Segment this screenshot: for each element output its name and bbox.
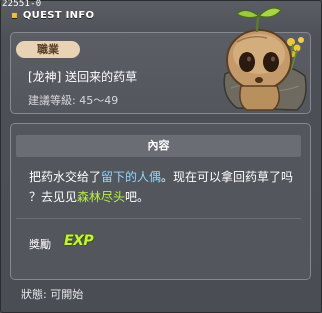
title-bullet-icon: ▪ bbox=[11, 10, 19, 21]
location-name-link[interactable]: 森林尽头 bbox=[77, 190, 125, 204]
quest-description-line-1: 把药水交给了留下的人偶。现在可以拿回药草了吗 bbox=[29, 168, 293, 185]
content-header: 內容 bbox=[16, 135, 301, 157]
desc-text: 吧。 bbox=[125, 190, 150, 204]
window-title[interactable]: ▪ QUEST INFO bbox=[11, 10, 94, 21]
quest-id: 22551-0 bbox=[2, 0, 42, 9]
job-badge: 職業 bbox=[16, 41, 80, 58]
quest-name: [龙神] 送回来的药草 bbox=[28, 70, 138, 84]
quest-description-line-2: ？去见见森林尽头吧。 bbox=[29, 188, 149, 205]
desc-text: 。现在可以拿回药草了吗 bbox=[161, 170, 294, 184]
sprout-creature-npc-icon bbox=[223, 7, 307, 111]
content-divider bbox=[16, 218, 301, 219]
window-title-text: QUEST INFO bbox=[22, 10, 95, 21]
npc-name-link[interactable]: 留下的人偶 bbox=[101, 170, 161, 184]
required-level: 建議等級: 45～49 bbox=[28, 94, 119, 107]
reward-label: 獎勵 bbox=[29, 238, 51, 251]
exp-reward-icon: EXP bbox=[64, 233, 94, 249]
quest-status: 狀態: 可開始 bbox=[21, 288, 84, 301]
desc-text: 把药水交给了 bbox=[29, 170, 102, 184]
desc-text: ？去见见 bbox=[29, 190, 78, 204]
